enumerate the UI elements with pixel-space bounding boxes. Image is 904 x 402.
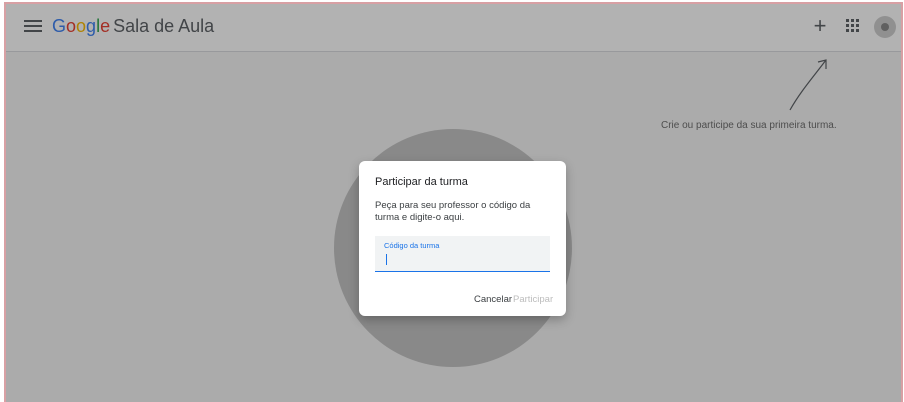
- join-button[interactable]: Participar: [513, 294, 553, 305]
- text-caret: [386, 254, 387, 265]
- join-class-dialog: Participar da turma Peça para seu profes…: [359, 161, 566, 316]
- dialog-description: Peça para seu professor o código da turm…: [375, 200, 531, 223]
- cancel-button[interactable]: Cancelar: [474, 294, 512, 305]
- class-code-input[interactable]: Código da turma: [375, 236, 550, 272]
- class-code-label: Código da turma: [384, 241, 440, 250]
- dialog-title: Participar da turma: [375, 176, 468, 188]
- app-window: Google Sala de Aula + Crie ou participe d…: [4, 2, 903, 402]
